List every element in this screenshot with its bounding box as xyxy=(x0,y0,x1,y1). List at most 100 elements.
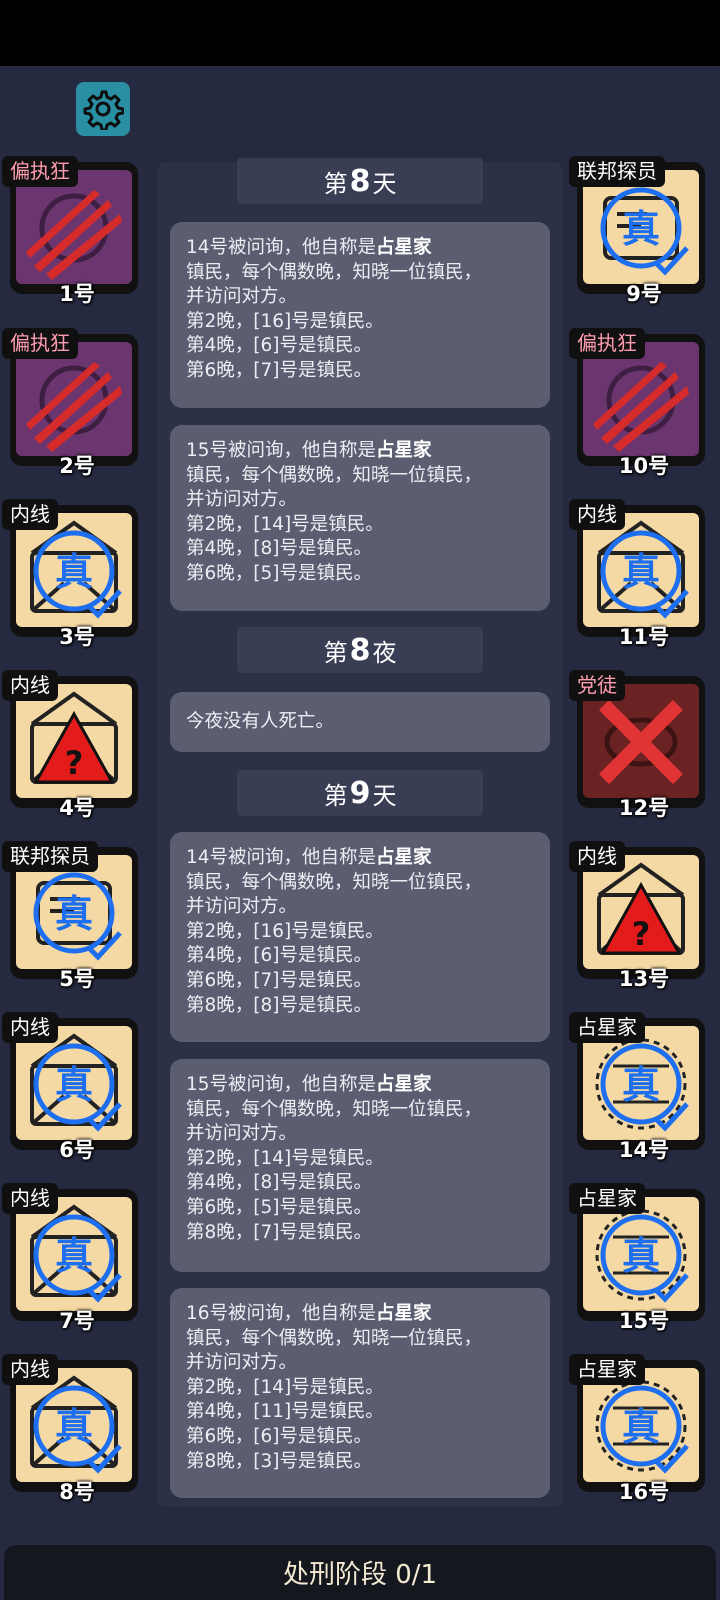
card-art: 真 xyxy=(583,1197,699,1311)
player-card[interactable]: 偏执狂 10号 xyxy=(569,328,705,478)
role-tag: 内线 xyxy=(569,499,625,530)
card-art: 真 xyxy=(583,170,699,284)
card-art xyxy=(16,170,132,284)
verified-badge-icon: 真 xyxy=(33,872,122,961)
svg-text:真: 真 xyxy=(622,1405,660,1449)
verified-astro-icon: 真 xyxy=(595,1380,689,1474)
player-number: 10号 xyxy=(618,454,670,478)
player-card[interactable]: 真 占星家 15号 xyxy=(569,1183,705,1333)
log-entry: 14号被问询，他自称是占星家 镇民，每个偶数晚，知晓一位镇民， 并访问对方。 第… xyxy=(170,222,550,408)
svg-text:真: 真 xyxy=(55,1405,93,1449)
role-tag: 偏执狂 xyxy=(2,328,78,359)
player-card[interactable]: 真 联邦探员 5号 xyxy=(2,841,138,991)
svg-text:真: 真 xyxy=(622,550,660,594)
svg-text:真: 真 xyxy=(622,1063,660,1107)
player-card[interactable]: 真 占星家 16号 xyxy=(569,1354,705,1504)
verified-envelope-icon: 真 xyxy=(30,520,122,619)
day-header: 第8天 xyxy=(237,158,483,204)
player-card[interactable]: 真 占星家 14号 xyxy=(569,1012,705,1162)
role-tag: 占星家 xyxy=(569,1354,645,1385)
log-entry: 16号被问询，他自称是占星家 镇民，每个偶数晚，知晓一位镇民， 并访问对方。 第… xyxy=(170,1288,550,1498)
player-card[interactable]: ? 内线 4号 xyxy=(2,670,138,820)
player-number: 15号 xyxy=(618,1309,670,1333)
role-tag: 内线 xyxy=(2,1354,58,1385)
log-entry: 今夜没有人死亡。 xyxy=(170,692,550,752)
player-number: 12号 xyxy=(618,796,670,820)
player-card[interactable]: 真 内线 8号 xyxy=(2,1354,138,1504)
player-card[interactable]: ? 内线 13号 xyxy=(569,841,705,991)
svg-text:真: 真 xyxy=(55,550,93,594)
settings-button[interactable] xyxy=(76,82,130,136)
player-card[interactable]: 真 内线 7号 xyxy=(2,1183,138,1333)
svg-text:真: 真 xyxy=(622,207,660,251)
claw-mark-icon xyxy=(593,362,689,452)
warning-envelope-icon: ? xyxy=(30,691,118,784)
role-tag: 偏执狂 xyxy=(569,328,645,359)
execution-phase-label: 处刑阶段 0/1 xyxy=(282,1560,438,1590)
log-entry: 15号被问询，他自称是占星家 镇民，每个偶数晚，知晓一位镇民， 并访问对方。 第… xyxy=(170,425,550,611)
player-number: 13号 xyxy=(618,967,670,991)
role-tag: 党徒 xyxy=(569,670,625,701)
player-card[interactable]: 真 内线 6号 xyxy=(2,1012,138,1162)
player-number: 9号 xyxy=(626,282,662,306)
player-card[interactable]: 偏执狂 1号 xyxy=(2,156,138,306)
role-tag: 内线 xyxy=(2,1183,58,1214)
player-number: 8号 xyxy=(59,1480,95,1504)
execution-phase-bar[interactable]: 处刑阶段 0/1 xyxy=(4,1545,716,1600)
svg-text:真: 真 xyxy=(55,1063,93,1107)
player-card[interactable]: 党徒 12号 xyxy=(569,670,705,820)
card-art: ? xyxy=(16,684,132,798)
status-bar xyxy=(0,0,720,66)
card-art: 真 xyxy=(583,1026,699,1140)
player-card[interactable]: 真 联邦探员 9号 xyxy=(569,156,705,306)
player-number: 7号 xyxy=(59,1309,95,1333)
role-tag: 内线 xyxy=(2,1012,58,1043)
verified-astro-icon: 真 xyxy=(595,1038,689,1132)
role-tag: 内线 xyxy=(569,841,625,872)
verified-badge-icon: 真 xyxy=(600,187,689,276)
role-tag: 内线 xyxy=(2,670,58,701)
player-number: 4号 xyxy=(59,796,95,820)
verified-envelope-icon: 真 xyxy=(597,520,689,619)
card-art: 真 xyxy=(16,855,132,969)
svg-text:真: 真 xyxy=(55,892,93,936)
player-number: 14号 xyxy=(618,1138,670,1162)
player-card[interactable]: 真 内线 3号 xyxy=(2,499,138,649)
card-art: 真 xyxy=(583,1368,699,1482)
player-number: 16号 xyxy=(618,1480,670,1504)
player-number: 2号 xyxy=(59,454,95,478)
card-art: 真 xyxy=(16,1026,132,1140)
card-art xyxy=(583,342,699,456)
role-tag: 联邦探员 xyxy=(2,841,98,872)
log-entry: 14号被问询，他自称是占星家 镇民，每个偶数晚，知晓一位镇民， 并访问对方。 第… xyxy=(170,832,550,1042)
card-art: 真 xyxy=(583,513,699,627)
dead-cross-icon xyxy=(599,700,683,784)
role-tag: 偏执狂 xyxy=(2,156,78,187)
svg-text:真: 真 xyxy=(55,1234,93,1278)
card-art: 真 xyxy=(16,1197,132,1311)
svg-text:?: ? xyxy=(65,744,84,782)
day-header: 第9天 xyxy=(237,770,483,816)
role-tag: 占星家 xyxy=(569,1183,645,1214)
player-number: 11号 xyxy=(618,625,670,649)
log-entry: 15号被问询，他自称是占星家 镇民，每个偶数晚，知晓一位镇民， 并访问对方。 第… xyxy=(170,1059,550,1272)
verified-envelope-icon: 真 xyxy=(30,1033,122,1132)
card-art: ? xyxy=(583,855,699,969)
player-number: 1号 xyxy=(59,282,95,306)
svg-text:?: ? xyxy=(632,915,651,953)
verified-envelope-icon: 真 xyxy=(30,1204,122,1303)
verified-envelope-icon: 真 xyxy=(30,1375,122,1474)
player-number: 5号 xyxy=(59,967,95,991)
claw-mark-icon xyxy=(26,362,122,452)
svg-text:真: 真 xyxy=(622,1234,660,1278)
card-art xyxy=(16,342,132,456)
night-header: 第8夜 xyxy=(237,627,483,673)
claw-mark-icon xyxy=(26,190,122,280)
card-art xyxy=(583,684,699,798)
player-card[interactable]: 偏执狂 2号 xyxy=(2,328,138,478)
player-card[interactable]: 真 内线 11号 xyxy=(569,499,705,649)
role-tag: 占星家 xyxy=(569,1012,645,1043)
player-number: 3号 xyxy=(59,625,95,649)
card-art: 真 xyxy=(16,1368,132,1482)
role-tag: 联邦探员 xyxy=(569,156,665,187)
